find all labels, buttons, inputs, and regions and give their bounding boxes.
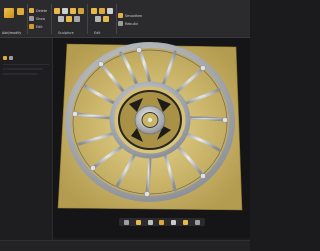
panel-divider xyxy=(3,64,49,65)
flatten-icon[interactable] xyxy=(78,8,84,14)
pen-icon[interactable] xyxy=(91,8,97,14)
emboss-icon[interactable] xyxy=(74,16,80,22)
knob xyxy=(200,65,206,71)
panel-row[interactable] xyxy=(3,73,37,75)
delete-label: Delete xyxy=(36,8,48,13)
move-icon[interactable] xyxy=(95,16,101,22)
carve-icon[interactable] xyxy=(58,16,64,22)
ribbon-separator xyxy=(116,4,117,34)
show-button[interactable]: Show xyxy=(29,16,45,21)
smoothen-button[interactable]: Smoothen xyxy=(118,13,142,18)
view-top-icon[interactable] xyxy=(136,219,142,225)
viewport-toolbar xyxy=(119,218,205,226)
show-icon xyxy=(29,16,34,21)
add-modify-tool-icon[interactable] xyxy=(4,8,14,18)
sculpture-group-label: Sculpture xyxy=(58,31,74,35)
light-icon[interactable] xyxy=(182,219,188,225)
3d-viewport[interactable] xyxy=(53,38,250,238)
rebuild-button[interactable]: Rebuild xyxy=(118,21,138,26)
select-icon[interactable] xyxy=(107,8,113,14)
rebuild-label: Rebuild xyxy=(125,21,138,26)
render-mode-icon[interactable] xyxy=(171,219,177,225)
show-label: Show xyxy=(36,16,46,21)
ribbon-separator xyxy=(87,4,88,34)
center-pin xyxy=(147,117,153,123)
left-panel xyxy=(0,38,53,250)
panel-visibility-icon[interactable] xyxy=(9,56,13,60)
edit-group-label: Edit xyxy=(94,31,101,35)
rebuild-icon xyxy=(118,21,123,26)
brush-icon[interactable] xyxy=(54,8,60,14)
status-bar xyxy=(0,240,250,251)
add-modify-button[interactable]: Add/modify xyxy=(2,31,21,35)
view-front-icon[interactable] xyxy=(124,219,130,225)
knob xyxy=(144,191,150,197)
lasso-icon[interactable] xyxy=(103,16,109,22)
edit-icon xyxy=(29,24,34,29)
knob xyxy=(200,173,206,179)
ribbon-toolbar: Add/modify Delete Show Edit Sculpture Ed… xyxy=(0,0,250,38)
zoom-fit-icon[interactable] xyxy=(159,219,165,225)
smoothen-icon xyxy=(118,13,123,18)
smoothen-label: Smoothen xyxy=(125,13,143,18)
camera-icon[interactable] xyxy=(194,219,200,225)
ribbon-separator xyxy=(27,4,28,34)
inflate-icon[interactable] xyxy=(70,8,76,14)
edit-label: Edit xyxy=(36,24,43,29)
erase-icon[interactable] xyxy=(99,8,105,14)
delete-icon xyxy=(29,8,34,13)
knob xyxy=(98,61,104,67)
knob xyxy=(90,165,96,171)
sculpture-model[interactable] xyxy=(53,38,250,238)
panel-row[interactable] xyxy=(3,68,43,70)
smooth-icon[interactable] xyxy=(62,8,68,14)
panel-close-icon[interactable] xyxy=(3,56,7,60)
knob xyxy=(136,47,142,53)
knob xyxy=(72,111,78,117)
view-iso-icon[interactable] xyxy=(147,219,153,225)
knob xyxy=(222,117,228,123)
mesh-tool-icon[interactable] xyxy=(17,8,24,15)
edit-button[interactable]: Edit xyxy=(29,24,43,29)
ribbon-separator xyxy=(51,4,52,34)
delete-button[interactable]: Delete xyxy=(29,8,47,13)
pinch-icon[interactable] xyxy=(66,16,72,22)
add-modify-label: Add/modify xyxy=(2,31,22,35)
